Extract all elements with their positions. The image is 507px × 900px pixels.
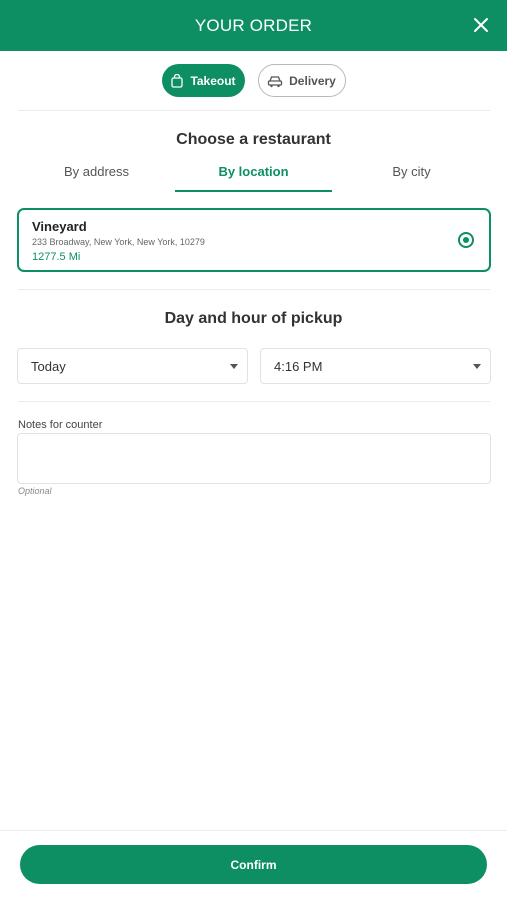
shopping-bag-icon xyxy=(170,73,184,88)
notes-optional-hint: Optional xyxy=(18,486,52,496)
takeout-button[interactable]: Takeout xyxy=(161,64,245,97)
order-mode-toggle: Takeout Delivery xyxy=(0,64,507,97)
footer-divider xyxy=(0,830,507,831)
pickup-day-value: Today xyxy=(31,358,66,374)
restaurant-name: Vineyard xyxy=(32,219,87,234)
radio-selected-dot xyxy=(463,237,469,243)
delivery-label: Delivery xyxy=(289,73,336,88)
restaurant-option-card[interactable]: Vineyard 233 Broadway, New York, New Yor… xyxy=(17,208,491,272)
pickup-heading: Day and hour of pickup xyxy=(164,310,343,327)
divider xyxy=(18,110,490,111)
divider xyxy=(18,289,490,290)
tab-by-location[interactable]: By location xyxy=(175,158,332,192)
notes-label: Notes for counter xyxy=(18,419,103,431)
takeout-label: Takeout xyxy=(190,73,236,88)
header-bar: YOUR ORDER xyxy=(0,0,507,51)
close-icon[interactable] xyxy=(473,17,489,33)
tab-by-city[interactable]: By city xyxy=(333,158,490,192)
chevron-down-icon xyxy=(230,364,238,369)
car-icon xyxy=(267,74,283,88)
restaurant-radio[interactable] xyxy=(458,232,474,248)
delivery-button[interactable]: Delivery xyxy=(257,64,346,97)
pickup-day-select[interactable]: Today xyxy=(17,348,248,384)
pickup-time-select[interactable]: 4:16 PM xyxy=(260,348,491,384)
divider xyxy=(18,401,490,402)
confirm-button[interactable]: Confirm xyxy=(20,845,487,884)
notes-input[interactable] xyxy=(17,433,491,484)
choose-restaurant-heading: Choose a restaurant xyxy=(176,131,331,148)
tab-by-address[interactable]: By address xyxy=(18,158,175,192)
chevron-down-icon xyxy=(473,364,481,369)
pickup-time-value: 4:16 PM xyxy=(274,358,323,374)
page-title: YOUR ORDER xyxy=(194,15,313,35)
restaurant-search-tabs: By address By location By city xyxy=(18,158,490,192)
restaurant-address: 233 Broadway, New York, New York, 10279 xyxy=(32,237,205,247)
restaurant-distance: 1277.5 Mi xyxy=(32,251,81,263)
